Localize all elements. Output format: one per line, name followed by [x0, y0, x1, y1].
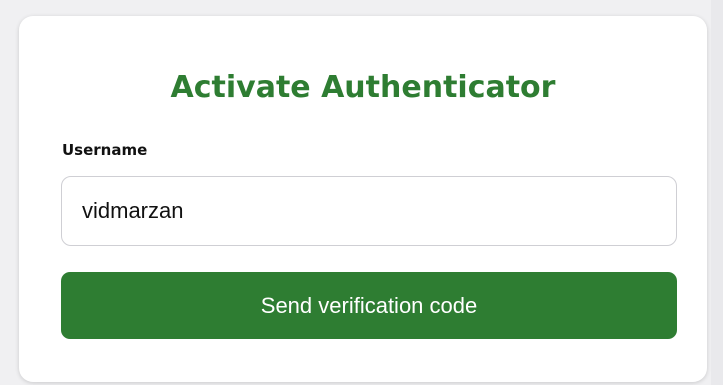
- send-verification-code-button[interactable]: Send verification code: [61, 272, 677, 339]
- activate-authenticator-card: Activate Authenticator Username Send ver…: [19, 16, 707, 382]
- page-edge-strip: [711, 0, 723, 385]
- username-input[interactable]: [61, 176, 677, 246]
- username-label: Username: [62, 141, 148, 159]
- page-title: Activate Authenticator: [170, 70, 556, 105]
